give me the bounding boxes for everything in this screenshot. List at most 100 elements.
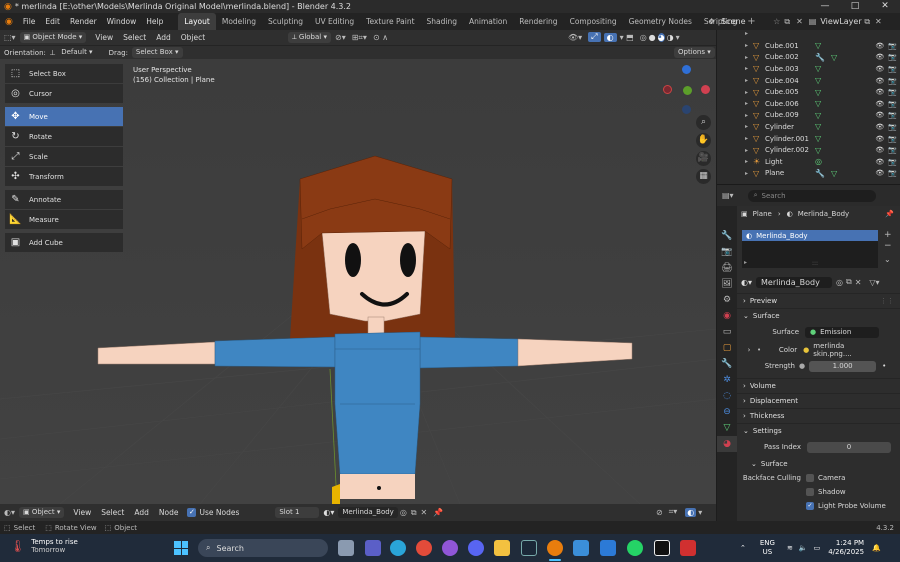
outliner-item[interactable]: ▸ ▽ Cylinder.001 ▽ 👁 📷 xyxy=(717,133,900,145)
surface-panel[interactable]: ⌄ Surface xyxy=(737,308,900,323)
outliner-item[interactable]: ▸ ▽ Plane 🔧 ▽ 👁 📷 xyxy=(717,168,900,180)
world-tab-icon[interactable]: ◉ xyxy=(717,308,737,324)
wifi-icon[interactable]: ≋ xyxy=(787,544,793,552)
tab-layout[interactable]: Layout xyxy=(178,13,216,30)
outliner-item[interactable]: ▸ ▽ Cube.002 🔧 ▽ 👁 📷 xyxy=(717,52,900,64)
mesh-data-icon[interactable]: ▽ xyxy=(815,76,821,85)
orthographic-grid-icon[interactable]: ▦ xyxy=(696,169,711,184)
minimize-button[interactable]: — xyxy=(810,0,840,13)
eye-icon[interactable]: 👁 xyxy=(875,158,884,166)
tool-move[interactable]: ✥ Move xyxy=(5,107,123,126)
snap-node-icon[interactable]: ⊘ xyxy=(656,508,663,517)
eye-icon[interactable]: 👁 xyxy=(875,77,884,85)
mesh-data-icon[interactable]: ▽ xyxy=(815,64,821,73)
pan-hand-icon[interactable]: ✋ xyxy=(696,133,711,148)
shading-material-icon[interactable]: ◕ xyxy=(657,32,665,42)
volume-panel[interactable]: › Volume xyxy=(737,378,900,393)
weather-widget[interactable]: 🌡 Temps to rise Tomorrow xyxy=(10,538,78,554)
scene-name[interactable]: Scene xyxy=(721,13,769,30)
camera-render-icon[interactable]: 📷 xyxy=(888,123,897,131)
axis-x-icon[interactable] xyxy=(701,85,710,94)
maximize-button[interactable]: □ xyxy=(840,0,870,13)
blender-taskbar-icon[interactable] xyxy=(547,540,563,556)
eye-icon[interactable]: 👁 xyxy=(875,135,884,143)
outliner-item[interactable]: ▸ ☀ Light ◎ 👁 📷 xyxy=(717,156,900,168)
eye-icon[interactable]: 👁 xyxy=(875,53,884,61)
outliner-item[interactable]: ▸ ▽ Cube.004 ▽ 👁 📷 xyxy=(717,75,900,87)
blender-menu-icon[interactable]: ◉ xyxy=(0,17,18,27)
constraints-tab-icon[interactable]: ⊖ xyxy=(717,404,737,420)
task-view-icon[interactable] xyxy=(338,540,354,556)
tab-animation[interactable]: Animation xyxy=(463,13,513,30)
material-slot[interactable]: ◐ Merlinda_Body xyxy=(742,230,878,241)
app-red-icon[interactable] xyxy=(680,540,696,556)
menu-window[interactable]: Window xyxy=(102,13,142,30)
expand-icon[interactable]: ▸ xyxy=(745,89,753,96)
axis-y-icon[interactable] xyxy=(683,86,692,95)
menu-help[interactable]: Help xyxy=(141,13,168,30)
settings-panel[interactable]: ⌄ Settings xyxy=(737,423,900,438)
data-tab-icon[interactable]: ▽ xyxy=(717,420,737,436)
physics-tab-icon[interactable]: ◌ xyxy=(717,388,737,404)
camera-render-icon[interactable]: 📷 xyxy=(888,100,897,108)
camera-render-icon[interactable]: 📷 xyxy=(888,146,897,154)
duplicate-material-icon[interactable]: ⧉ xyxy=(411,508,417,518)
node-menu-view[interactable]: View xyxy=(68,504,96,521)
discord-icon[interactable] xyxy=(468,540,484,556)
properties-editor-icon[interactable]: ▤▾ xyxy=(722,191,734,200)
gizmo-toggle-icon[interactable]: ⤢ xyxy=(588,32,601,42)
proportional-edit-icon[interactable]: ⊙ ∧ xyxy=(373,33,388,42)
vp-menu-object[interactable]: Object xyxy=(176,29,210,46)
vp-menu-view[interactable]: View xyxy=(90,29,118,46)
orientation-dropdown[interactable]: Default ▾ xyxy=(57,47,97,58)
menu-edit[interactable]: Edit xyxy=(40,13,65,30)
overlay-node-dropdown[interactable]: ▾ xyxy=(698,508,702,517)
expand-icon[interactable]: ▸ xyxy=(745,100,753,107)
strength-input[interactable]: 1.000 xyxy=(809,360,877,372)
surface-shader-dropdown[interactable]: ● Emission xyxy=(805,326,879,338)
color-texture-field[interactable]: ● merlinda skin.png.... xyxy=(803,342,877,358)
tool-annotate[interactable]: ✎ Annotate xyxy=(5,190,123,209)
outliner-item[interactable]: ▸ ▽ Cube.003 ▽ 👁 📷 xyxy=(717,63,900,75)
link-dropdown-icon[interactable]: ▽▾ xyxy=(869,278,879,287)
node-menu-node[interactable]: Node xyxy=(154,504,184,521)
tab-texture-paint[interactable]: Texture Paint xyxy=(360,13,420,30)
tab-uv-editing[interactable]: UV Editing xyxy=(309,13,360,30)
view-layer-icon[interactable]: ▤ xyxy=(809,13,817,30)
modifier-wrench-icon[interactable]: 🔧 xyxy=(815,169,825,178)
mesh-data-icon[interactable]: ▽ xyxy=(815,111,821,120)
tool-select-box[interactable]: ⬚ Select Box xyxy=(5,64,123,83)
expand-icon[interactable]: ▸ xyxy=(745,54,753,61)
axis-z-neg-icon[interactable] xyxy=(682,105,691,114)
eye-icon[interactable]: 👁 xyxy=(875,123,884,131)
light-probe-checkbox[interactable]: ✓ xyxy=(806,502,814,510)
browse-material-icon[interactable]: ◐▾ xyxy=(741,278,752,287)
duplicate-icon[interactable]: ⧉ xyxy=(846,277,852,287)
slot-remove-icon[interactable]: − xyxy=(884,241,892,251)
node-menu-select[interactable]: Select xyxy=(96,504,129,521)
tray-chevron-icon[interactable]: ⌃ xyxy=(740,544,746,552)
mesh-data-icon[interactable]: ▽ xyxy=(815,146,821,155)
mesh-data-icon[interactable]: ▽ xyxy=(815,99,821,108)
camera-render-icon[interactable]: 📷 xyxy=(888,111,897,119)
mode-dropdown[interactable]: ▣ Object Mode ▾ xyxy=(19,32,87,43)
modifier-tab-icon[interactable]: 🔧 xyxy=(717,356,737,372)
mesh-data-icon[interactable]: ▽ xyxy=(831,53,837,62)
view-layer-name[interactable]: ViewLayer xyxy=(820,13,864,30)
eye-icon[interactable]: 👁 xyxy=(875,111,884,119)
camera-render-icon[interactable]: 📷 xyxy=(888,65,897,73)
battery-icon[interactable]: ▭ xyxy=(814,544,821,552)
camera-render-icon[interactable]: 📷 xyxy=(888,53,897,61)
tool-rotate[interactable]: ↻ Rotate xyxy=(5,127,123,146)
clock[interactable]: 1:24 PM 4/26/2025 xyxy=(828,539,864,557)
expand-icon[interactable]: ▸ xyxy=(745,123,753,130)
delete-scene-icon[interactable]: ✕ xyxy=(796,13,803,30)
overlay-toggle-icon[interactable]: ◐ xyxy=(603,32,617,42)
tab-compositing[interactable]: Compositing xyxy=(564,13,623,30)
editor-type-icon[interactable]: ⬚▾ xyxy=(0,33,20,42)
expand-icon[interactable]: ▸ xyxy=(745,65,753,72)
options-dropdown[interactable]: Options ▾ xyxy=(674,47,715,58)
object-tab-icon[interactable]: ▢ xyxy=(717,340,737,356)
pin-properties-icon[interactable]: 📌 xyxy=(885,210,894,218)
shader-type-dropdown[interactable]: ▣ Object ▾ xyxy=(19,507,65,518)
